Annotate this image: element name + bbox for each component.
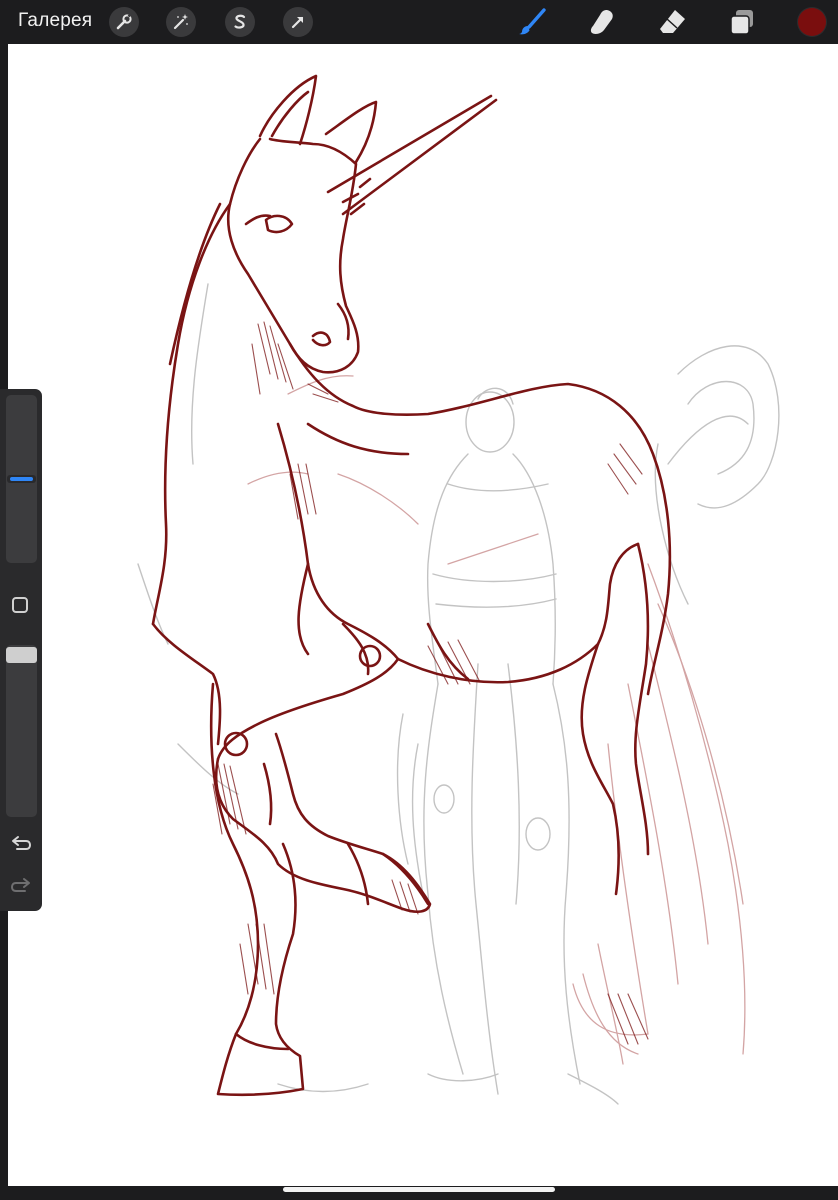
color-picker-button[interactable] — [798, 8, 826, 36]
undo-icon — [12, 836, 32, 850]
gallery-button[interactable]: Галерея — [18, 10, 92, 32]
transform-button[interactable] — [283, 7, 313, 37]
magic-wand-icon — [173, 14, 188, 30]
selection-s-icon — [234, 14, 246, 29]
undo-button[interactable] — [9, 833, 33, 855]
wrench-icon — [116, 13, 132, 30]
drawing-canvas[interactable] — [8, 44, 838, 1186]
redo-icon — [10, 878, 30, 892]
brush-button[interactable] — [516, 6, 548, 38]
square-modify-icon[interactable] — [12, 597, 28, 613]
brush-size-slider[interactable] — [6, 395, 37, 563]
layers-icon — [730, 10, 753, 35]
adjustments-button[interactable] — [166, 7, 196, 37]
eraser-icon — [660, 10, 685, 33]
brush-size-thumb[interactable] — [7, 475, 36, 483]
smudge-button[interactable] — [586, 6, 618, 38]
redo-button[interactable] — [9, 875, 33, 897]
selection-button[interactable] — [225, 7, 255, 37]
actions-button[interactable] — [109, 7, 139, 37]
smudge-finger-icon — [590, 10, 613, 34]
home-indicator[interactable] — [283, 1187, 555, 1192]
brush-opacity-thumb[interactable] — [6, 647, 37, 663]
layers-button[interactable] — [726, 6, 758, 38]
brush-icon — [519, 8, 546, 35]
unicorn-sketch — [137, 74, 780, 1105]
brush-opacity-slider[interactable] — [6, 645, 37, 817]
side-toolbar — [0, 389, 42, 911]
arrow-cursor-icon — [291, 16, 304, 29]
top-toolbar: Галерея — [0, 0, 838, 44]
eraser-button[interactable] — [656, 6, 688, 38]
